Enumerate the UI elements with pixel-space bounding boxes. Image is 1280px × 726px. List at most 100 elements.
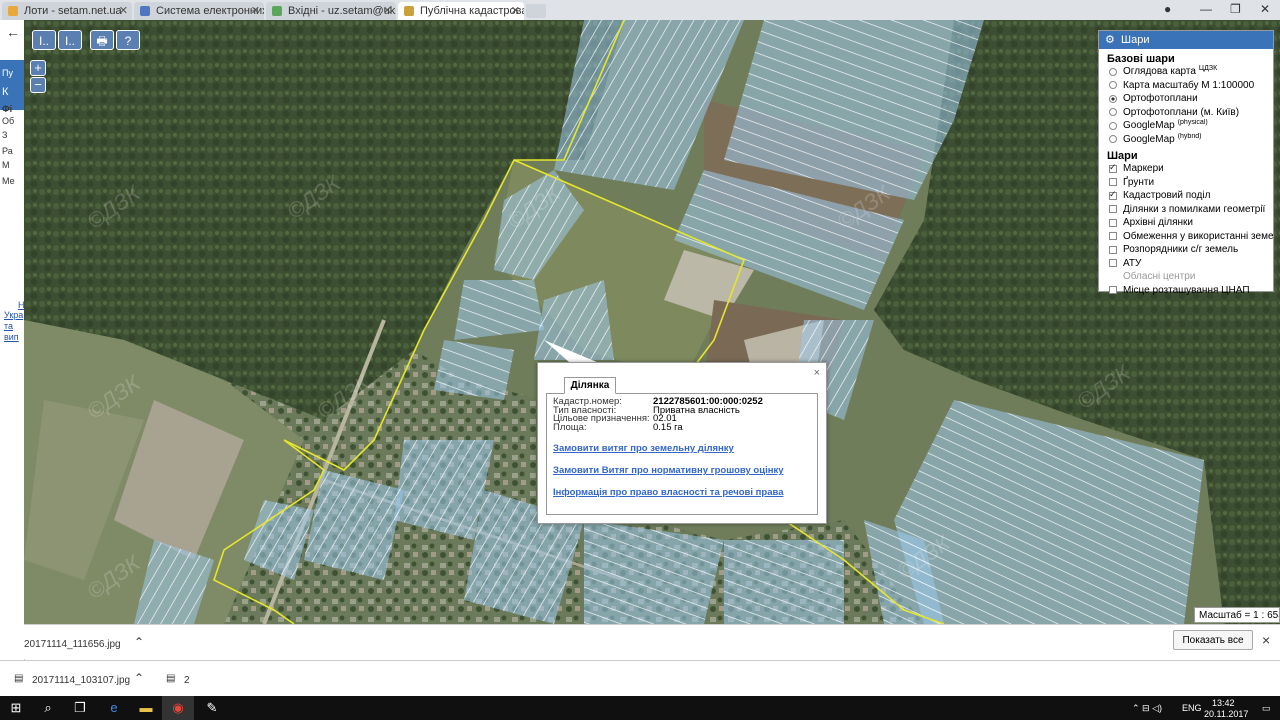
form-field-fragment[interactable]: З (2, 130, 7, 140)
info-cursor-button[interactable]: ? (116, 30, 140, 50)
back-arrow-icon[interactable]: ← (6, 24, 20, 40)
chrome-browser-icon[interactable]: ◉ (162, 696, 194, 720)
browser-tab-3[interactable]: Вхідні - uz.setam@ukr.net ✕ (266, 2, 396, 20)
overlay-layer-option[interactable]: Місце розташування ЦНАП (1099, 284, 1273, 298)
app-icon[interactable]: ✎ (196, 696, 228, 720)
edge-browser-icon[interactable]: e (98, 696, 130, 720)
parcel-info-popup: × Ділянка Кадастр.номер: 2122785601:00:0… (537, 362, 827, 524)
radio-button[interactable] (1109, 135, 1117, 144)
new-tab-button[interactable] (526, 4, 546, 18)
tab-parcel[interactable]: Ділянка (564, 377, 616, 394)
close-window-icon[interactable]: ✕ (1260, 2, 1270, 16)
base-layer-option[interactable]: Карта масштабу М 1:100000 (1099, 79, 1273, 93)
measure-area-button[interactable]: I.. (58, 30, 82, 50)
tab-close-icon[interactable]: ✕ (251, 2, 260, 20)
search-icon[interactable]: ⌕ (32, 696, 64, 720)
radio-button[interactable] (1109, 108, 1117, 117)
overlay-layer-option[interactable]: Маркери (1099, 162, 1273, 176)
radio-button[interactable] (1109, 94, 1117, 103)
overlay-layer-option[interactable]: АТУ (1099, 257, 1273, 271)
ownership-info-link[interactable]: Інформація про право власності та речові… (553, 484, 811, 498)
measure-distance-button[interactable]: I.. (32, 30, 56, 50)
overlay-layer-option[interactable]: Ділянки з помилками геометрії (1099, 203, 1273, 217)
show-all-downloads-button[interactable]: Показать все (1173, 630, 1253, 650)
page-title-fragment: К (2, 86, 9, 98)
base-layer-option[interactable]: Ортофотоплани (м. Київ) (1099, 106, 1273, 120)
task-view-icon[interactable]: ❐ (64, 696, 96, 720)
radio-button[interactable] (1109, 67, 1117, 76)
radio-button[interactable] (1109, 121, 1117, 130)
browser-tab-4-active[interactable]: Публічна кадастрова ка ✕ (398, 2, 524, 20)
checkbox[interactable] (1109, 205, 1117, 214)
overlay-layer-option[interactable]: Розпорядники с/г земель (1099, 243, 1273, 257)
browser-tab-1[interactable]: Лоти - setam.net.ua ✕ (2, 2, 132, 20)
checkbox[interactable] (1109, 259, 1117, 268)
downloads-bar-secondary: ▤ 20171114_103107.jpg ⌃ ▤ 2 (0, 660, 1280, 697)
base-layers-heading: Базові шари (1107, 53, 1175, 65)
overlay-layer-option[interactable]: Ґрунти (1099, 176, 1273, 190)
tab-close-icon[interactable]: ✕ (511, 2, 520, 20)
orthophoto-map-canvas[interactable]: ©ДЗК ©ДЗК ©ДЗК ©ДЗК ©ДЗК ©ДЗК ©ДЗК ©ДЗК … (24, 20, 1280, 624)
layers-panel-header[interactable]: ⚙ Шари (1099, 31, 1273, 49)
layer-label: Оглядова карта (1123, 66, 1196, 77)
layers-panel[interactable]: ⚙ Шари Базові шари Оглядова карта ЦДЗК Кар… (1098, 30, 1274, 296)
overlay-layer-option[interactable]: Архівні ділянки (1099, 216, 1273, 230)
checkbox[interactable] (1109, 286, 1117, 295)
overlay-layer-option[interactable]: Кадастровий поділ (1099, 189, 1273, 203)
download-item-2[interactable]: 20171114_103107.jpg (32, 675, 130, 686)
profile-icon[interactable]: ● (1164, 2, 1171, 16)
overlay-layer-option[interactable]: Обмеження у використанні земель (1099, 230, 1273, 244)
checkbox[interactable] (1109, 162, 1117, 174)
page-header-band: Пу К (0, 60, 24, 110)
file-explorer-icon[interactable]: ▬ (130, 696, 162, 720)
site-favicon-icon (8, 6, 18, 16)
checkbox[interactable] (1109, 218, 1117, 227)
layer-label: GoogleMap (1123, 120, 1175, 131)
radio-button[interactable] (1109, 81, 1117, 90)
download-item-3[interactable]: 2 (184, 675, 190, 686)
gear-icon: ⚙ (1105, 34, 1115, 46)
link-text[interactable]: Замовити витяг про земельну ділянку (553, 443, 734, 454)
cadastral-map[interactable]: ©ДЗК ©ДЗК ©ДЗК ©ДЗК ©ДЗК ©ДЗК ©ДЗК ©ДЗК … (24, 20, 1280, 624)
close-icon[interactable]: × (814, 367, 820, 379)
input-language[interactable]: ENG (1182, 696, 1202, 720)
clock-date[interactable]: 20.11.2017 (1204, 702, 1248, 726)
checkbox[interactable] (1109, 232, 1117, 241)
print-button[interactable]: 🖶 (90, 30, 114, 50)
form-label-fragment: Об (2, 116, 15, 126)
link-text[interactable]: Інформація про право власності та речові… (553, 487, 784, 498)
chevron-up-icon[interactable]: ⌃ (134, 635, 144, 649)
zoom-in-button[interactable]: + (30, 60, 46, 76)
form-label-fragment: Фі (2, 104, 13, 114)
windows-start-icon[interactable]: ⊞ (0, 696, 32, 720)
checkbox[interactable] (1109, 178, 1117, 187)
mail-favicon-icon (272, 6, 282, 16)
notifications-icon[interactable]: ▭ (1262, 696, 1271, 720)
browser-tab-2[interactable]: Система електронних ✕ (134, 2, 264, 20)
zoom-out-button[interactable]: − (30, 77, 46, 93)
layer-label: Ділянки з помилками геометрії (1123, 203, 1266, 215)
base-layer-option[interactable]: GoogleMap (physical) (1099, 119, 1273, 133)
close-downloads-icon[interactable]: × (1262, 632, 1270, 648)
base-layer-option[interactable]: Оглядова карта ЦДЗК (1099, 65, 1273, 79)
checkbox[interactable] (1109, 189, 1117, 201)
download-item-1[interactable]: 20171114_111656.jpg (24, 639, 121, 650)
base-layer-option[interactable]: GoogleMap (hybrid) (1099, 133, 1273, 147)
maximize-icon[interactable]: ❐ (1230, 2, 1241, 16)
page-link-fragment[interactable]: Укра (4, 310, 23, 320)
field-value: 0.15 га (653, 421, 683, 433)
page-link-fragment[interactable]: та (4, 321, 13, 331)
link-text[interactable]: Замовити Витяг про нормативну грошову оц… (553, 465, 784, 476)
chevron-up-icon[interactable]: ⌃ (134, 671, 144, 685)
order-valuation-link[interactable]: Замовити Витяг про нормативну грошову оц… (553, 462, 811, 476)
minimize-icon[interactable]: — (1200, 2, 1212, 16)
order-extract-link[interactable]: Замовити витяг про земельну ділянку (553, 440, 811, 454)
tray-icons[interactable]: ⌃ ⊟ ◁) (1132, 696, 1162, 720)
layers-panel-title: Шари (1121, 34, 1150, 46)
tab-close-icon[interactable]: ✕ (383, 2, 392, 20)
checkbox[interactable] (1109, 245, 1117, 254)
form-field-fragment[interactable]: М (2, 160, 10, 170)
page-link-fragment[interactable]: вип (4, 332, 19, 342)
base-layer-option[interactable]: Ортофотоплани (1099, 92, 1273, 106)
tab-close-icon[interactable]: ✕ (119, 2, 128, 20)
